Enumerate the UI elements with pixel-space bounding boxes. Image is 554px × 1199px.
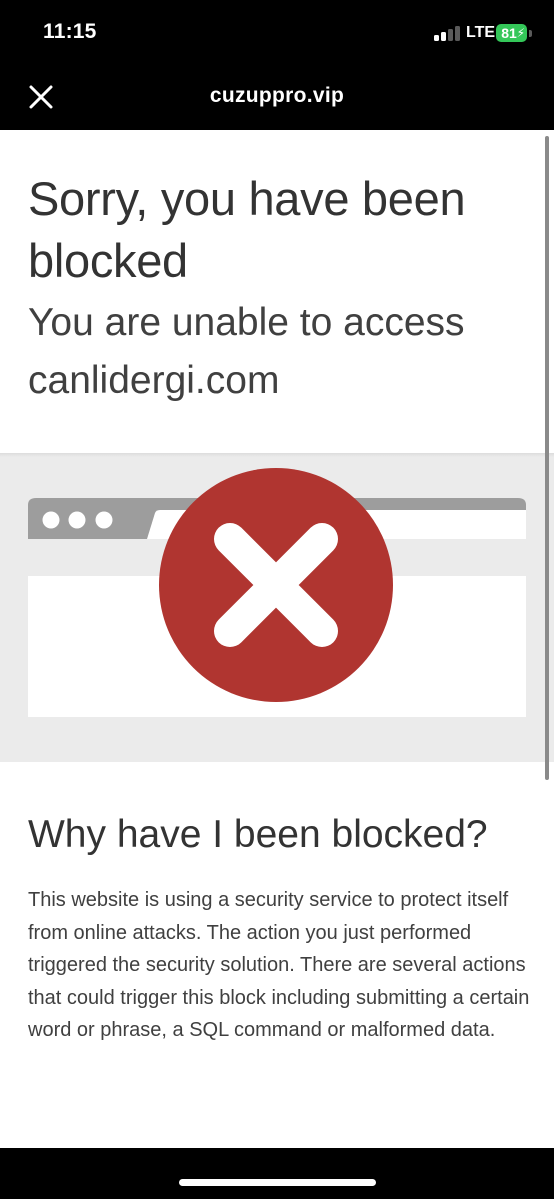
page-title: Sorry, you have been blocked <box>28 172 466 287</box>
status-bar: 11:15 LTE 81 ⚡︎ <box>0 0 554 68</box>
network-type: LTE <box>466 24 496 41</box>
battery-cap <box>529 30 532 37</box>
scrollbar[interactable] <box>545 136 549 780</box>
home-indicator[interactable] <box>179 1179 376 1186</box>
battery-icon: 81 ⚡︎ <box>496 24 527 42</box>
why-heading: Why have I been blocked? <box>28 813 488 856</box>
blocked-x-icon <box>159 468 393 702</box>
why-body-text: This website is using a security service… <box>28 889 530 1041</box>
status-time: 11:15 <box>43 20 97 43</box>
browser-nav-bar: cuzuppro.vip <box>0 68 554 130</box>
page-url-title: cuzuppro.vip <box>209 84 345 107</box>
page-subtitle: You are unable to access canlidergi.com <box>28 301 465 402</box>
blocked-illustration <box>28 468 526 717</box>
bottom-bar <box>0 1148 554 1199</box>
charging-bolt-icon: ⚡︎ <box>516 26 525 40</box>
illustration-band <box>0 453 554 762</box>
cellular-signal-icon <box>434 25 462 41</box>
